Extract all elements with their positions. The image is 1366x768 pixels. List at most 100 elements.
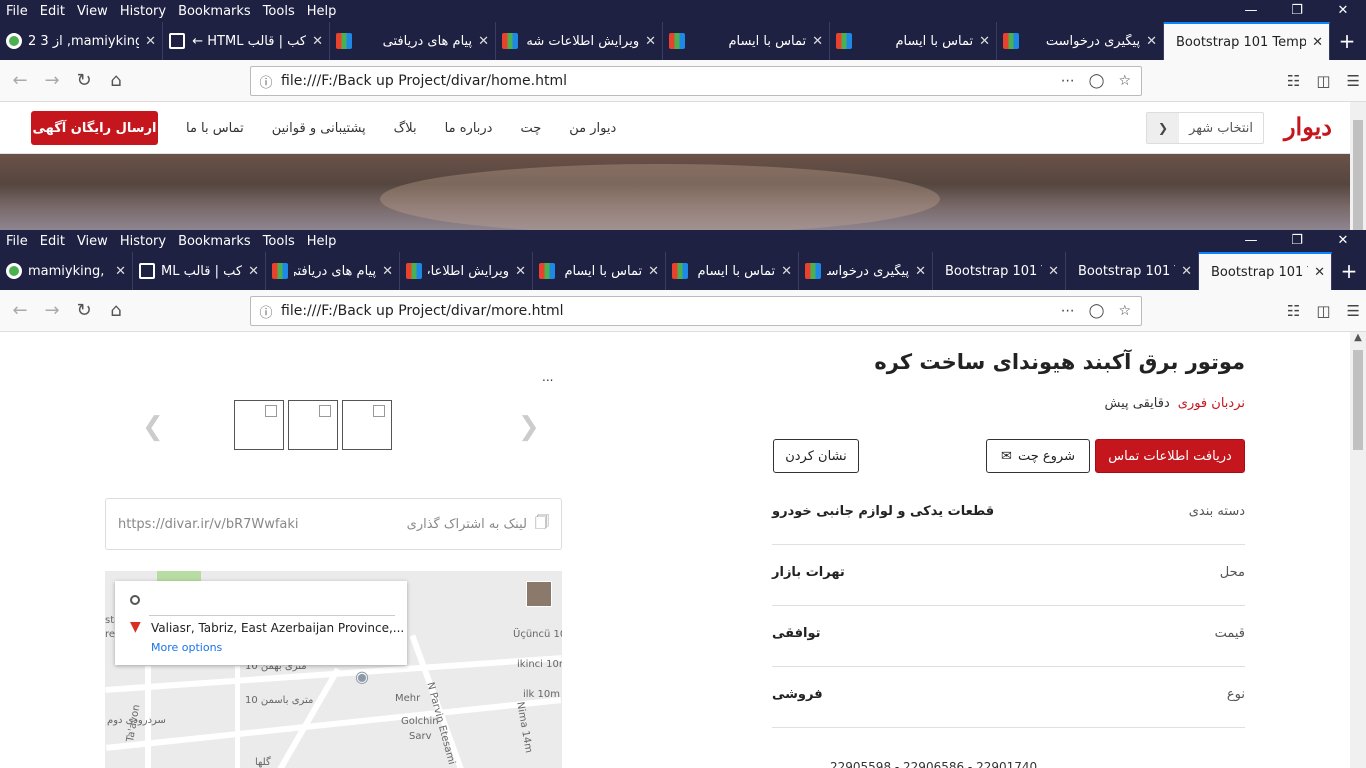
post-ad-button[interactable]: ارسال رایگان آگهی <box>31 111 158 145</box>
restore-button[interactable]: ❐ <box>1274 230 1320 252</box>
close-tab-icon[interactable]: ✕ <box>645 34 656 49</box>
browser-tab[interactable]: Bootstrap 101 Temp ✕ <box>1066 252 1199 290</box>
pocket-icon[interactable]: ◯ <box>1089 303 1105 319</box>
minimize-button[interactable]: — <box>1228 230 1274 252</box>
scrollbar[interactable] <box>1350 102 1366 230</box>
bookmark-ad-button[interactable]: نشان کردن <box>773 439 859 473</box>
browser-tab[interactable]: پیام های دریافتی ✕ <box>330 22 496 60</box>
contact-info-button[interactable]: دریافت اطلاعات تماس <box>1095 439 1245 473</box>
menu-bookmarks[interactable]: Bookmarks <box>172 234 257 249</box>
reload-icon[interactable]: ↻ <box>68 70 100 91</box>
close-window-button[interactable]: ✕ <box>1320 0 1366 22</box>
thumbnail-image[interactable] <box>288 400 338 450</box>
reload-icon[interactable]: ↻ <box>68 300 100 321</box>
browser-tab[interactable]: ویرایش اطلاعات شه ✕ <box>496 22 663 60</box>
carousel-prev-icon[interactable]: ❮ <box>142 412 164 442</box>
back-icon[interactable]: ← <box>4 300 36 321</box>
browser-tab[interactable]: کب | قالب HTML ← ✕ <box>163 22 330 60</box>
browser-tab[interactable]: mamiyking, 3 از ✕ <box>0 252 133 290</box>
menu-history[interactable]: History <box>114 234 172 249</box>
menu-help[interactable]: Help <box>301 234 343 249</box>
browser-tab[interactable]: Bootstrap 101 Templa ✕ <box>1164 22 1330 60</box>
carousel-next-icon[interactable]: ❯ <box>518 412 540 442</box>
streetview-thumbnail[interactable] <box>526 581 552 607</box>
new-tab-button[interactable]: + <box>1332 252 1366 290</box>
back-icon[interactable]: ← <box>4 70 36 91</box>
home-icon[interactable]: ⌂ <box>100 300 132 321</box>
hamburger-menu-icon[interactable]: ☰ <box>1347 302 1360 320</box>
home-icon[interactable]: ⌂ <box>100 70 132 91</box>
bookmark-star-icon[interactable]: ☆ <box>1118 303 1131 319</box>
share-link[interactable]: https://divar.ir/v/bR7Wwfaki <box>118 517 407 532</box>
close-tab-icon[interactable]: ✕ <box>515 264 526 279</box>
thumbnail-image[interactable] <box>234 400 284 450</box>
menu-tools[interactable]: Tools <box>257 234 301 249</box>
close-tab-icon[interactable]: ✕ <box>145 34 156 49</box>
browser-tab[interactable]: پیگیری درخواست ✕ <box>997 22 1164 60</box>
info-icon[interactable]: ⓘ <box>251 302 281 321</box>
chevron-down-icon[interactable]: ❯ <box>1147 113 1179 143</box>
start-chat-button[interactable]: شروع چت ✉ <box>986 439 1090 473</box>
more-options-link[interactable]: More options <box>151 641 222 654</box>
page-actions-icon[interactable]: ⋯ <box>1061 303 1075 319</box>
browser-tab[interactable]: Bootstrap 101 Temp ✕ <box>933 252 1066 290</box>
close-window-button[interactable]: ✕ <box>1320 230 1366 252</box>
browser-tab[interactable]: Bootstrap 101 Te ✕ <box>1199 252 1332 290</box>
restore-button[interactable]: ❐ <box>1274 0 1320 22</box>
copy-icon[interactable]: 🗍 <box>535 512 549 536</box>
pocket-icon[interactable]: ◯ <box>1089 73 1105 89</box>
close-tab-icon[interactable]: ✕ <box>115 264 126 279</box>
info-icon[interactable]: ⓘ <box>251 72 281 91</box>
menu-edit[interactable]: Edit <box>34 234 71 249</box>
close-tab-icon[interactable]: ✕ <box>248 264 259 279</box>
scrollbar-thumb[interactable] <box>1353 350 1363 450</box>
scroll-up-icon[interactable]: ▲ <box>1350 332 1366 343</box>
sidebar-icon[interactable]: ◫ <box>1316 72 1330 90</box>
menu-file[interactable]: File <box>0 4 34 19</box>
scrollbar[interactable]: ▲ <box>1350 332 1366 768</box>
close-tab-icon[interactable]: ✕ <box>382 264 393 279</box>
menu-help[interactable]: Help <box>301 4 343 19</box>
browser-tab[interactable]: تماس با ایسام ✕ <box>666 252 799 290</box>
url-bar[interactable]: ⓘ file:///F:/Back up Project/divar/home.… <box>250 66 1142 96</box>
browser-tab[interactable]: تماس با ایسام ✕ <box>663 22 830 60</box>
menu-file[interactable]: File <box>0 234 34 249</box>
page-actions-icon[interactable]: ⋯ <box>1061 73 1075 89</box>
url-bar[interactable]: ⓘ file:///F:/Back up Project/divar/more.… <box>250 296 1142 326</box>
browser-tab[interactable]: کب | قالب HTML ✕ <box>133 252 266 290</box>
close-tab-icon[interactable]: ✕ <box>812 34 823 49</box>
close-tab-icon[interactable]: ✕ <box>478 34 489 49</box>
close-tab-icon[interactable]: ✕ <box>915 264 926 279</box>
sidebar-icon[interactable]: ◫ <box>1316 302 1330 320</box>
close-tab-icon[interactable]: ✕ <box>1048 264 1059 279</box>
browser-tab[interactable]: تماس با ایسام ✕ <box>830 22 997 60</box>
menu-history[interactable]: History <box>114 4 172 19</box>
url-text[interactable]: file:///F:/Back up Project/divar/more.ht… <box>281 303 1061 319</box>
browser-tab[interactable]: ویرایش اطلاعات ✕ <box>400 252 533 290</box>
close-tab-icon[interactable]: ✕ <box>312 34 323 49</box>
browser-tab[interactable]: پیام های دریافتی ✕ <box>266 252 400 290</box>
close-tab-icon[interactable]: ✕ <box>648 264 659 279</box>
scrollbar-thumb[interactable] <box>1353 120 1363 230</box>
new-tab-button[interactable]: + <box>1330 22 1364 60</box>
close-tab-icon[interactable]: ✕ <box>979 34 990 49</box>
nav-my-divar[interactable]: دیوار من <box>555 121 630 136</box>
nav-about[interactable]: درباره ما <box>431 121 507 136</box>
browser-tab[interactable]: تماس با ایسام ✕ <box>533 252 666 290</box>
menu-bookmarks[interactable]: Bookmarks <box>172 4 257 19</box>
close-tab-icon[interactable]: ✕ <box>1314 265 1325 280</box>
close-tab-icon[interactable]: ✕ <box>1146 34 1157 49</box>
library-icon[interactable]: ☷ <box>1287 72 1300 90</box>
nav-chat[interactable]: چت <box>506 121 555 136</box>
nav-blog[interactable]: بلاگ <box>380 121 431 136</box>
detail-value[interactable]: تهرات بازار <box>772 565 845 580</box>
minimize-button[interactable]: — <box>1228 0 1274 22</box>
ladder-badge[interactable]: نردبان فوری <box>1178 396 1245 411</box>
library-icon[interactable]: ☷ <box>1287 302 1300 320</box>
forward-icon[interactable]: → <box>36 300 68 321</box>
close-tab-icon[interactable]: ✕ <box>781 264 792 279</box>
city-select[interactable]: ❯ انتخاب شهر <box>1146 112 1264 144</box>
close-tab-icon[interactable]: ✕ <box>1312 35 1323 50</box>
nav-support[interactable]: پشتیبانی و قوانین <box>258 121 380 136</box>
menu-tools[interactable]: Tools <box>257 4 301 19</box>
